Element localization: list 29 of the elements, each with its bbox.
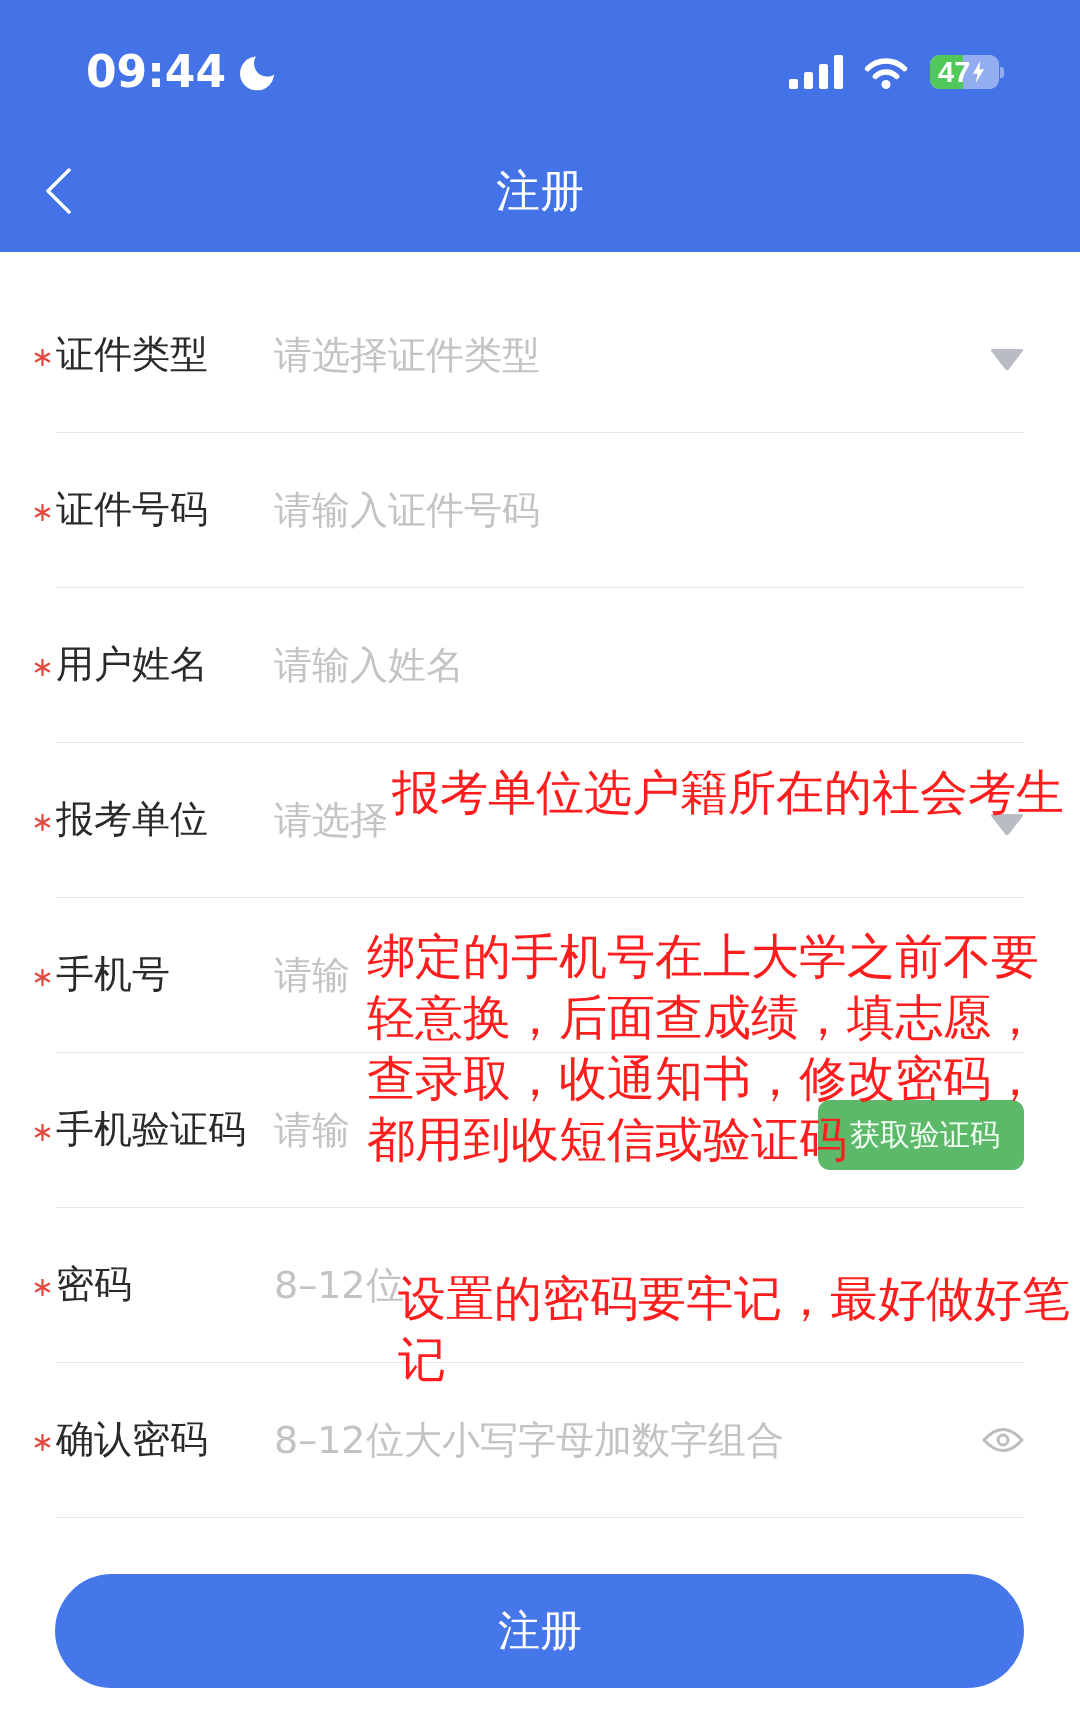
charging-bolt-icon xyxy=(972,61,986,83)
dropdown-triangle-icon[interactable] xyxy=(990,349,1024,371)
field-label: 手机验证码 xyxy=(56,1107,247,1153)
password-field[interactable]: 8–12位大小写字母加数字组合 xyxy=(274,1416,786,1464)
annotation-text: 绑定的手机号在上大学之前不要 xyxy=(367,927,1039,986)
input-field[interactable]: 请输入姓名 xyxy=(274,641,466,689)
status-time: 09:44 xyxy=(86,50,227,94)
annotation-text: 轻意换，后面查成绩，填志愿， xyxy=(367,988,1039,1047)
field-label: 手机号 xyxy=(56,952,171,998)
dropdown-triangle-icon[interactable] xyxy=(990,814,1024,836)
signal-icon xyxy=(789,55,843,89)
annotation-text: 记 xyxy=(398,1330,446,1389)
select-field[interactable]: 请选择 xyxy=(274,796,390,844)
field-label: 证件类型 xyxy=(56,332,209,378)
wifi-icon xyxy=(863,55,909,89)
eye-icon[interactable] xyxy=(982,1425,1024,1455)
field-label: 报考单位 xyxy=(56,797,209,843)
field-label: 确认密码 xyxy=(56,1417,209,1463)
page-title: 注册 xyxy=(496,164,584,218)
register-button[interactable]: 注册 xyxy=(55,1574,1024,1688)
field-label: 用户姓名 xyxy=(56,642,209,688)
back-icon[interactable] xyxy=(44,168,72,214)
annotation-text: 报考单位选户籍所在的社会考生 xyxy=(392,770,1064,814)
input-field[interactable]: 请输 xyxy=(274,951,352,999)
input-field[interactable]: 请输入证件号码 xyxy=(274,486,542,534)
select-field[interactable]: 请选择证件类型 xyxy=(274,331,542,379)
field-label: 密码 xyxy=(56,1262,133,1308)
field-label: 证件号码 xyxy=(56,487,209,533)
code-input-field[interactable]: 请输 xyxy=(274,1106,352,1154)
